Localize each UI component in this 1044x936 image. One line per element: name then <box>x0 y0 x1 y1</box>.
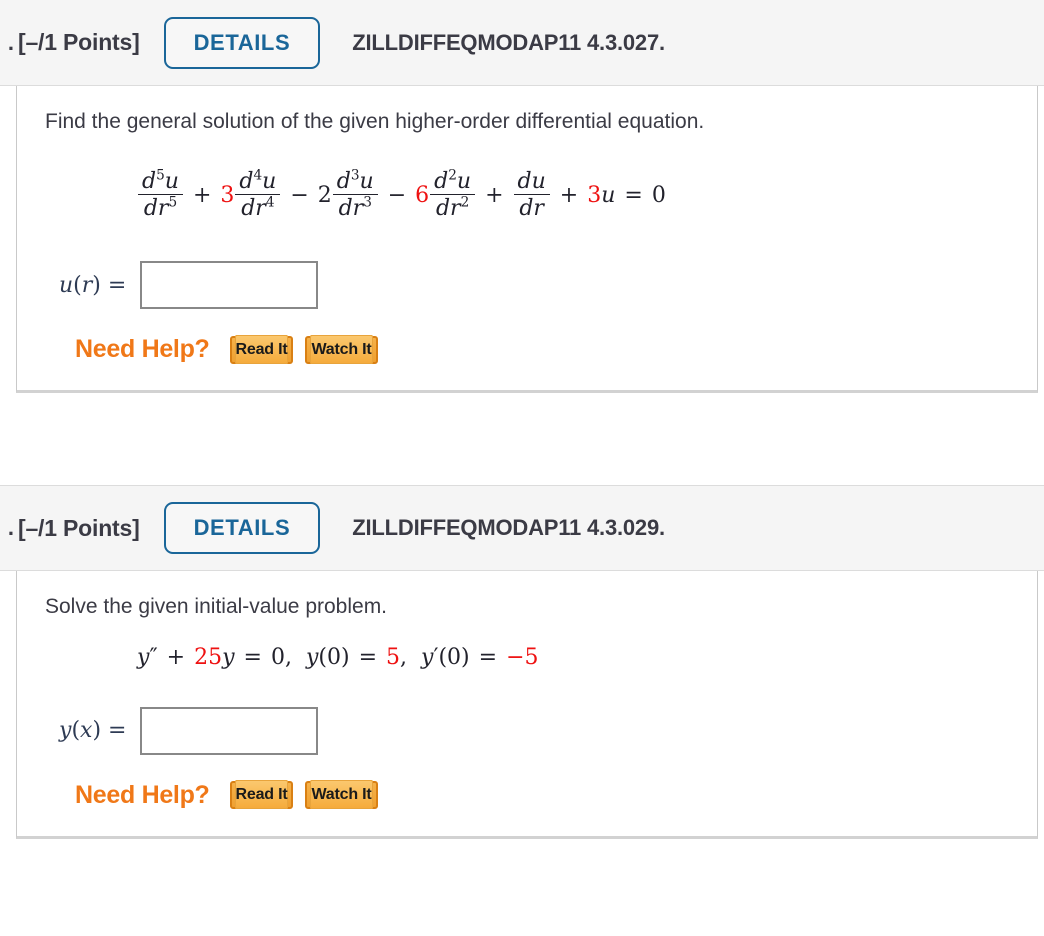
equation-1: d5u dr5 + 3 d4u dr4 − 2 d3u dr3 − 6 d2u <box>17 155 1037 235</box>
details-button-2[interactable]: DETAILS <box>163 502 321 555</box>
need-help-label-2: Need Help? <box>75 780 210 809</box>
ivp-plus: + <box>166 645 186 671</box>
problem-header-1: . [–/1 Points] DETAILS ZILLDIFFEQMODAP11… <box>0 0 1044 86</box>
answer-label-2: y(x) = <box>59 718 127 744</box>
problem-card-1: . [–/1 Points] DETAILS ZILLDIFFEQMODAP11… <box>0 0 1044 394</box>
fraction-term-3: d3u dr3 <box>332 169 378 220</box>
answer-input-1[interactable] <box>140 261 319 310</box>
ivp-comma-1: , <box>284 645 292 671</box>
points-label-2: [–/1 Points] <box>18 514 140 541</box>
operator-plus-1: + <box>192 182 212 208</box>
watch-it-label-2: Watch It <box>310 780 373 810</box>
card-gap <box>0 393 1044 486</box>
variable-u: u <box>601 182 616 208</box>
ivp-ic2-func: y <box>421 645 434 671</box>
watch-it-button-1[interactable]: Watch It <box>305 334 378 364</box>
answer-row-2: y(x) = <box>17 706 1037 755</box>
answer-input-2[interactable] <box>140 706 319 755</box>
ivp-equals-3: = <box>478 645 498 671</box>
read-it-label-1: Read It <box>234 334 289 364</box>
coefficient-3u-red: 3 <box>587 182 602 208</box>
ivp-equals-2: = <box>358 645 378 671</box>
rhs-zero-1: 0 <box>651 182 666 208</box>
read-it-label-2: Read It <box>234 780 289 810</box>
ivp-rhs-zero: 0 <box>270 645 285 671</box>
ivp-coefficient-25: 25 <box>194 645 223 671</box>
read-it-button-2[interactable]: Read It <box>229 780 294 810</box>
ivp-equals-1: = <box>243 645 262 671</box>
ivp-ic1-arg: (0) <box>318 645 350 671</box>
problem-header-2: . [–/1 Points] DETAILS ZILLDIFFEQMODAP11… <box>0 485 1044 572</box>
fraction-term-4: d2u dr2 <box>430 169 476 220</box>
problem-prompt-2: Solve the given initial-value problem. <box>45 595 388 619</box>
problem-body-2: Solve the given initial-value problem. y… <box>16 571 1038 839</box>
operator-minus-1: − <box>290 182 309 208</box>
need-help-row-1: Need Help? Read It Watch It <box>17 334 1037 364</box>
question-id-2: ZILLDIFFEQMODAP11 4.3.029. <box>352 515 665 541</box>
ivp-coefficient-var: y <box>222 645 235 671</box>
ivp-ic2-value: −5 <box>506 645 539 671</box>
details-button-1[interactable]: DETAILS <box>163 16 321 69</box>
ivp-ic2-arg: (0) <box>438 645 470 671</box>
points-label-1: [–/1 Points] <box>18 29 140 55</box>
operator-plus-2: + <box>485 182 504 208</box>
equals-sign-1: = <box>624 182 643 208</box>
ivp-ic1-func: y <box>305 645 319 671</box>
ivp-lhs-primes: ″ <box>149 645 158 671</box>
problem-number-marker-2: . <box>7 515 14 541</box>
fraction-term-1: d5u dr5 <box>138 169 183 220</box>
operator-plus-3: + <box>559 182 579 208</box>
ivp-lhs-var: y <box>137 645 150 671</box>
fraction-term-5: du dr <box>513 170 550 220</box>
ivp-ic1-value: 5 <box>386 645 401 671</box>
operator-minus-2: − <box>387 182 407 208</box>
problem-number-marker-1: . <box>7 29 14 55</box>
problem-card-2: . [–/1 Points] DETAILS ZILLDIFFEQMODAP11… <box>0 485 1044 839</box>
coefficient-3-red: 3 <box>220 182 235 208</box>
problem-prompt-1: Find the general solution of the given h… <box>45 110 705 133</box>
watch-it-button-2[interactable]: Watch It <box>305 780 378 810</box>
answer-label-1: u(r) = <box>59 272 127 298</box>
watch-it-label-1: Watch It <box>310 334 373 364</box>
answer-row-1: u(r) = <box>17 261 1037 310</box>
equation-2: y ″ + 25 y = 0, y (0) = 5, y ′ (0) = −5 <box>17 635 1037 681</box>
question-id-1: ZILLDIFFEQMODAP11 4.3.027. <box>352 29 665 55</box>
need-help-label-1: Need Help? <box>75 335 210 364</box>
need-help-row-2: Need Help? Read It Watch It <box>17 780 1037 810</box>
problem-body-1: Find the general solution of the given h… <box>16 86 1038 394</box>
coefficient-2: 2 <box>317 182 332 208</box>
read-it-button-1[interactable]: Read It <box>229 334 294 364</box>
coefficient-6-red: 6 <box>415 182 430 208</box>
fraction-term-2: d4u dr4 <box>235 169 281 220</box>
ivp-comma-2: , <box>400 645 408 671</box>
